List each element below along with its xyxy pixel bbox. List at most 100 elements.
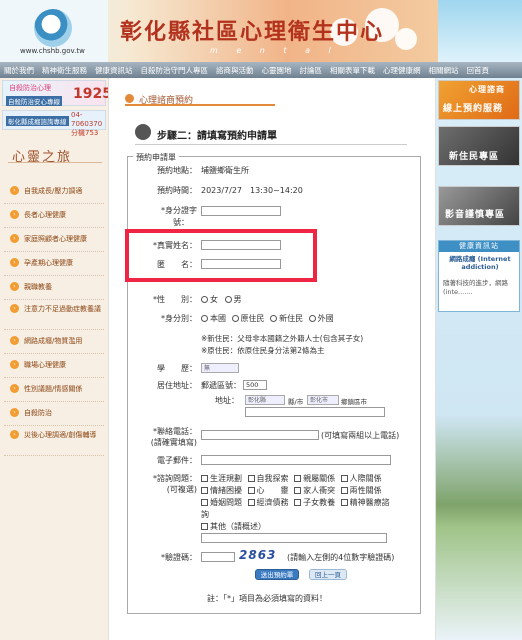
sidebar-item[interactable]: › 自殺防治 — [4, 402, 104, 426]
site-title: 彰化縣社區心理衛生中心 — [120, 20, 385, 45]
bullet-icon: › — [10, 384, 19, 393]
captcha-hint: (請輸入左側的4位數字驗證碼) — [287, 553, 395, 562]
health-info-link[interactable]: 網路成癮 (Internet addiction) — [443, 255, 517, 271]
nav-item[interactable]: 健康資訊站 — [95, 65, 133, 76]
main-content: 心理諮商預約 步驟二：請填寫預約申請單 預約申請單 預約地點： 埔鹽鄉衛生所 預… — [108, 78, 436, 640]
gender-options: 女 男 — [201, 294, 242, 305]
nav-item[interactable]: 心理健康網 — [383, 65, 421, 76]
nav-item[interactable]: 相關表單下載 — [330, 65, 375, 76]
issue-checkbox[interactable] — [201, 487, 208, 494]
issue-checkbox[interactable] — [340, 499, 348, 506]
issue-row-2: 情緒困擾 心 靈 家人衝突 兩性關係 — [201, 485, 382, 496]
captcha-label: *驗證碼： — [161, 553, 197, 562]
note-aboriginal: ※原住民：依原住民身分法第2條為主 — [201, 346, 325, 355]
submit-button[interactable]: 送出預約單 — [255, 569, 299, 580]
addiction-hotline-banner[interactable]: 彰化縣成癮諮詢專線 04-7060370 分機753 — [2, 110, 106, 137]
identity-new-resident-radio[interactable] — [270, 315, 278, 322]
left-sidebar: 自殺防治心理 1925 自殺防治安心專線 彰化縣成癮諮詢專線 04-706037… — [0, 78, 112, 640]
sidebar-item[interactable]: › 長者心理健康 — [4, 204, 104, 228]
issue-checkbox[interactable] — [340, 475, 348, 482]
site-logo[interactable] — [34, 9, 72, 47]
location-label: 預約地點： — [157, 166, 197, 175]
issue-checkbox[interactable] — [294, 499, 302, 506]
nav-item[interactable]: 相關網站 — [429, 65, 459, 76]
bullet-icon: › — [10, 282, 19, 291]
bullet-icon: › — [10, 210, 19, 219]
issue-row-3: 婚姻問題 經濟債務 子女教養 精神醫療諮 — [201, 497, 390, 508]
sky-decoration — [438, 0, 522, 62]
county-select[interactable]: 彰化縣 — [245, 395, 285, 405]
address-label: 居住地址： — [157, 381, 197, 390]
sidebar-item[interactable]: › 災後心理調適/創傷輔導 — [4, 426, 104, 456]
bullet-icon: › — [10, 304, 19, 313]
form-legend: 預約申請單 — [133, 152, 179, 163]
issue-row-1: 生涯規劃 自我探索 親屬關係 人際關係 — [201, 473, 382, 484]
issue-checkbox[interactable] — [201, 499, 208, 506]
media-banner[interactable]: 影音謹慎專區 — [438, 186, 520, 226]
bullet-icon: › — [10, 258, 19, 267]
captcha-image: 2863 — [239, 548, 277, 562]
sidebar-list: › 自我成長/壓力調適 › 長者心理健康 › 家庭照顧者心理健康 › 孕產期心理健康 ›… — [4, 180, 104, 456]
site-header: www.chshb.gov.tw 彰化縣社區心理衛生中心 m e n t a l — [0, 0, 522, 62]
sidebar-item[interactable]: › 注意力不足過動症教養議 — [4, 300, 104, 330]
hotline-banner[interactable]: 自殺防治心理 1925 自殺防治安心專線 — [2, 80, 112, 106]
gender-male-radio[interactable] — [224, 296, 232, 303]
issue-label: *諮詢問題： — [153, 474, 197, 483]
city-select[interactable]: 彰化市 — [307, 395, 339, 405]
new-resident-banner[interactable]: 新住民專區 — [438, 126, 520, 166]
issue-checkbox[interactable] — [247, 487, 255, 494]
zip-input[interactable]: 500 — [243, 380, 267, 390]
email-input[interactable] — [201, 455, 391, 465]
id-number-input[interactable] — [201, 206, 281, 216]
nav-item[interactable]: 討論區 — [300, 65, 323, 76]
email-label: 電子郵件： — [157, 456, 197, 465]
issue-checkbox[interactable] — [201, 475, 208, 482]
identity-foreign-radio[interactable] — [308, 315, 316, 322]
bullet-icon: › — [10, 430, 19, 439]
hotline-title: 自殺防治心理 — [9, 84, 51, 92]
gender-female-radio[interactable] — [201, 296, 208, 303]
sidebar-item[interactable]: › 家庭照顧者心理健康 — [4, 228, 104, 252]
back-button[interactable]: 回上一頁 — [309, 569, 347, 580]
issue-checkbox[interactable] — [247, 499, 255, 506]
highlight-box — [125, 229, 317, 282]
nav-item[interactable]: 回首頁 — [467, 65, 490, 76]
identity-aboriginal-radio[interactable] — [231, 315, 239, 322]
nav-item[interactable]: 諮商與活動 — [216, 65, 254, 76]
divider — [135, 144, 407, 145]
issue-other-input[interactable] — [201, 533, 387, 543]
online-booking-banner[interactable]: 心理諮商 線上預約服務 — [438, 80, 520, 120]
sidebar-item[interactable]: › 網路成癮/物質濫用 — [4, 330, 104, 354]
education-select[interactable]: 無 — [201, 363, 239, 373]
phone-label-note: (請確實填寫) — [150, 438, 197, 447]
nav-item[interactable]: 自殺防治守門人專區 — [141, 65, 209, 76]
nav-item[interactable]: 心靈園地 — [262, 65, 292, 76]
top-nav: 關於我們 精神衛生服務 健康資訊站 自殺防治守門人專區 諮商與活動 心靈園地 討… — [0, 62, 522, 78]
time-value: 2023/7/27 13:30~14:20 — [201, 186, 303, 195]
id-label-cont: 號： — [173, 218, 189, 227]
issue-checkbox[interactable] — [294, 475, 302, 482]
sidebar-item[interactable]: › 自我成長/壓力調適 — [4, 180, 104, 204]
sidebar-item[interactable]: › 職場心理健康 — [4, 354, 104, 378]
sidebar-item[interactable]: › 孕產期心理健康 — [4, 252, 104, 276]
logo-area[interactable]: www.chshb.gov.tw — [0, 0, 108, 62]
site-subtitle: m e n t a l — [210, 46, 339, 55]
sidebar-item[interactable]: › 親職教養 — [4, 276, 104, 300]
nav-item[interactable]: 關於我們 — [4, 65, 34, 76]
captcha-input[interactable] — [201, 552, 235, 562]
nav-item[interactable]: 精神衛生服務 — [42, 65, 87, 76]
health-info-summary: 隨著科技的進步，網路(inte....... — [443, 279, 508, 296]
sidebar-item[interactable]: › 性別議題/情感關係 — [4, 378, 104, 402]
identity-local-radio[interactable] — [201, 315, 208, 322]
id-label: *身分證字 — [161, 206, 197, 215]
issue-checkbox[interactable] — [294, 487, 302, 494]
bullet-icon: › — [10, 408, 19, 417]
phone-input[interactable] — [201, 430, 319, 440]
required-footnote: 註：「*」項目為必須填寫的資料！ — [207, 594, 327, 603]
flower-decoration — [395, 28, 417, 50]
issue-checkbox[interactable] — [340, 487, 348, 494]
street-address-input[interactable] — [245, 407, 385, 417]
phone-label: *聯絡電話： — [153, 427, 197, 436]
issue-checkbox[interactable] — [247, 475, 255, 482]
issue-other-checkbox[interactable] — [201, 523, 208, 530]
